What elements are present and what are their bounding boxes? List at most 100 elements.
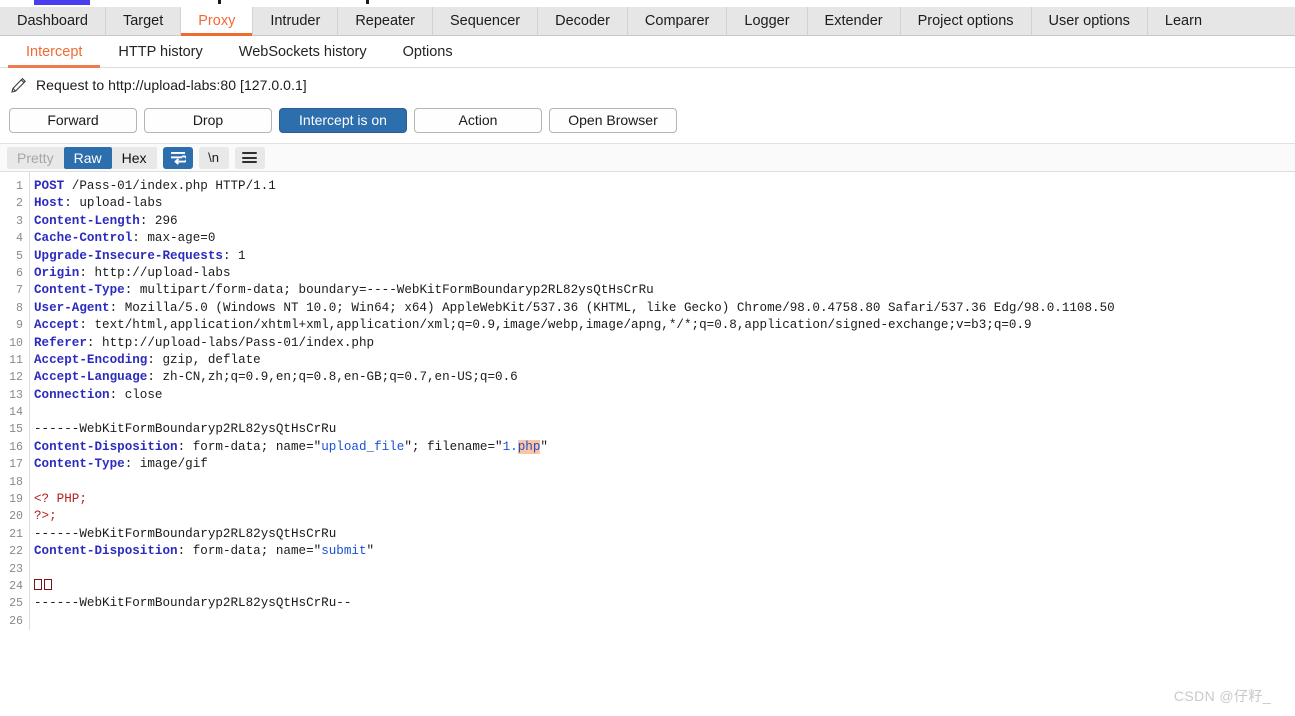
line-number: 1 bbox=[16, 180, 23, 193]
menu-icon-bars bbox=[242, 152, 257, 163]
tab-user-options[interactable]: User options bbox=[1032, 7, 1148, 35]
tab-label: Proxy bbox=[198, 13, 236, 29]
open-browser-button[interactable]: Open Browser bbox=[549, 107, 677, 133]
line-content[interactable] bbox=[23, 578, 54, 595]
line-number: 3 bbox=[16, 214, 23, 228]
line-content[interactable]: Origin: http://upload-labs bbox=[23, 265, 231, 282]
intercept-is-on-button[interactable]: Intercept is on bbox=[279, 107, 407, 133]
line-content[interactable]: Content-Disposition: form-data; name="su… bbox=[23, 543, 374, 560]
line-content[interactable] bbox=[23, 404, 42, 421]
menu-icon[interactable] bbox=[234, 146, 265, 169]
line-number: 24 bbox=[9, 579, 23, 593]
tab-decoder[interactable]: Decoder bbox=[538, 7, 628, 35]
request-title-text: Request to http://upload-labs:80 [127.0.… bbox=[36, 77, 307, 93]
line-content[interactable]: Accept-Encoding: gzip, deflate bbox=[23, 352, 261, 369]
subtab-options[interactable]: Options bbox=[385, 36, 471, 67]
drop-button[interactable]: Drop bbox=[144, 107, 272, 133]
code-line: 10 Referer: http://upload-labs/Pass-01/in… bbox=[0, 335, 1295, 352]
code-line: 21 ------WebKitFormBoundaryp2RL82ysQtHsCr… bbox=[0, 526, 1295, 543]
line-number: 20 bbox=[9, 510, 23, 524]
line-content[interactable]: Host: upload-labs bbox=[23, 195, 162, 212]
subtab-intercept[interactable]: Intercept bbox=[8, 36, 101, 68]
line-content[interactable]: ------WebKitFormBoundaryp2RL82ysQtHsCrRu… bbox=[23, 595, 351, 612]
line-content[interactable] bbox=[23, 613, 42, 630]
line-content[interactable]: Connection: close bbox=[23, 387, 162, 404]
code-line: 20 ?>; bbox=[0, 508, 1295, 525]
code-line: 25 ------WebKitFormBoundaryp2RL82ysQtHsCr… bbox=[0, 595, 1295, 612]
line-number: 21 bbox=[9, 527, 23, 541]
code-line: 19 <? PHP; bbox=[0, 491, 1295, 508]
code-line: 24 bbox=[0, 578, 1295, 595]
tab-label: Decoder bbox=[555, 13, 610, 29]
word-wrap-icon[interactable] bbox=[162, 146, 193, 169]
line-number: 18 bbox=[9, 475, 23, 489]
action-button[interactable]: Action bbox=[414, 107, 542, 133]
tab-dashboard[interactable]: Dashboard bbox=[0, 7, 106, 35]
tab-repeater[interactable]: Repeater bbox=[338, 7, 433, 35]
subtab-websockets-history[interactable]: WebSockets history bbox=[221, 36, 385, 67]
tab-sequencer[interactable]: Sequencer bbox=[433, 7, 539, 35]
tab-label: Logger bbox=[744, 13, 790, 29]
tab-extender[interactable]: Extender bbox=[808, 7, 901, 35]
line-content[interactable]: User-Agent: Mozilla/5.0 (Windows NT 10.0… bbox=[23, 300, 1115, 317]
line-content[interactable]: POST /Pass-01/index.php HTTP/1.1 bbox=[23, 178, 276, 195]
line-number: 26 bbox=[9, 614, 23, 628]
tab-label: Project options bbox=[917, 13, 1014, 29]
view-mode-pretty[interactable]: Pretty bbox=[7, 146, 64, 169]
subtab-label: HTTP history bbox=[118, 43, 203, 60]
tab-learn[interactable]: Learn bbox=[1148, 7, 1219, 35]
line-content[interactable]: Cache-Control: max-age=0 bbox=[23, 230, 215, 247]
code-line: 12 Accept-Language: zh-CN,zh;q=0.9,en;q=0… bbox=[0, 369, 1295, 386]
pencil-icon bbox=[10, 77, 27, 94]
code-line: 13 Connection: close bbox=[0, 387, 1295, 404]
line-content[interactable]: Content-Length: 296 bbox=[23, 213, 178, 230]
line-number: 17 bbox=[9, 458, 23, 472]
line-number: 9 bbox=[16, 319, 23, 333]
line-number: 10 bbox=[9, 336, 23, 350]
tab-logger[interactable]: Logger bbox=[727, 7, 808, 35]
tab-proxy[interactable]: Proxy bbox=[181, 7, 254, 36]
request-editor[interactable]: 1 POST /Pass-01/index.php HTTP/1.1 2 Host: … bbox=[0, 172, 1295, 716]
line-number: 4 bbox=[16, 232, 23, 246]
line-content[interactable]: ------WebKitFormBoundaryp2RL82ysQtHsCrRu bbox=[23, 526, 336, 543]
tab-label: Extender bbox=[824, 13, 883, 29]
line-number: 15 bbox=[9, 423, 23, 437]
subtab-http-history[interactable]: HTTP history bbox=[100, 36, 220, 67]
main-tab-bar: Dashboard Target Proxy Intruder Repeater Sequ… bbox=[0, 7, 1295, 36]
line-number: 6 bbox=[16, 266, 23, 280]
forward-button[interactable]: Forward bbox=[9, 107, 137, 133]
line-number: 8 bbox=[16, 301, 23, 315]
line-content[interactable]: <? PHP; bbox=[23, 491, 87, 508]
tab-comparer[interactable]: Comparer bbox=[628, 7, 728, 35]
line-content[interactable] bbox=[23, 561, 42, 578]
line-content[interactable]: Referer: http://upload-labs/Pass-01/inde… bbox=[23, 335, 374, 352]
code-line: 8 User-Agent: Mozilla/5.0 (Windows NT 10.… bbox=[0, 300, 1295, 317]
button-label: Forward bbox=[47, 112, 99, 128]
background-window-sliver bbox=[0, 0, 1295, 7]
line-content[interactable]: Accept-Language: zh-CN,zh;q=0.9,en;q=0.8… bbox=[23, 369, 518, 386]
tab-project-options[interactable]: Project options bbox=[901, 7, 1032, 35]
code-line: 1 POST /Pass-01/index.php HTTP/1.1 bbox=[0, 178, 1295, 195]
code-line: 23 bbox=[0, 561, 1295, 578]
line-content[interactable]: Content-Type: image/gif bbox=[23, 456, 208, 473]
line-content[interactable]: Content-Type: multipart/form-data; bound… bbox=[23, 282, 654, 299]
line-content[interactable]: Content-Disposition: form-data; name="up… bbox=[23, 439, 548, 456]
line-content[interactable] bbox=[23, 474, 42, 491]
tab-target[interactable]: Target bbox=[106, 7, 182, 35]
line-content[interactable]: Accept: text/html,application/xhtml+xml,… bbox=[23, 317, 1032, 334]
intercept-action-bar: Forward Drop Intercept is on Action Open Bro… bbox=[0, 104, 1295, 136]
code-line: 5 Upgrade-Insecure-Requests: 1 bbox=[0, 248, 1295, 265]
view-mode-hex[interactable]: Hex bbox=[111, 146, 157, 169]
background-window-tick-1 bbox=[218, 0, 221, 4]
view-mode-raw[interactable]: Raw bbox=[63, 146, 112, 169]
tab-label: Dashboard bbox=[17, 13, 88, 29]
code-line: 18 bbox=[0, 474, 1295, 491]
tab-intruder[interactable]: Intruder bbox=[253, 7, 339, 35]
code-line: 14 bbox=[0, 404, 1295, 421]
line-number: 22 bbox=[9, 545, 23, 559]
line-number: 5 bbox=[16, 249, 23, 263]
line-content[interactable]: Upgrade-Insecure-Requests: 1 bbox=[23, 248, 246, 265]
line-content[interactable]: ------WebKitFormBoundaryp2RL82ysQtHsCrRu bbox=[23, 421, 336, 438]
button-label: Drop bbox=[192, 112, 224, 128]
show-newlines-icon[interactable]: \n bbox=[198, 146, 229, 169]
